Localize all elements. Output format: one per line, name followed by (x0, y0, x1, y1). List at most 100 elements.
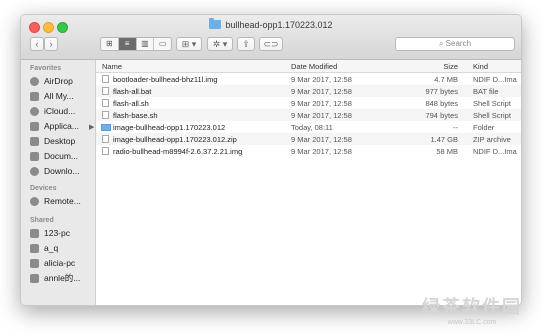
sidebar-item-documents[interactable]: Docum... (30, 149, 95, 163)
sidebar-label: Remote... (44, 196, 81, 206)
desktop-icon (30, 136, 39, 146)
file-list: Name Date Modified Size Kind bootloader-… (89, 60, 521, 305)
file-size: 794 bytes (425, 111, 458, 120)
sidebar: Favorites AirDrop All My... iCloud... Ap… (21, 60, 96, 305)
file-row[interactable]: flash-all.bat 9 Mar 2017, 12:58 977 byte… (96, 85, 521, 97)
folder-icon (209, 18, 222, 29)
toolbar: bullhead-opp1.170223.012 ‹ › ⊞ ≡ ▥ ▭ ⊞ ▾… (21, 15, 521, 60)
file-icon (102, 99, 109, 107)
file-row[interactable]: flash-base.sh 9 Mar 2017, 12:58 794 byte… (96, 109, 521, 121)
file-kind: BAT file (473, 87, 499, 96)
finder-window: bullhead-opp1.170223.012 ‹ › ⊞ ≡ ▥ ▭ ⊞ ▾… (20, 14, 522, 306)
forward-button[interactable]: › (44, 37, 58, 51)
computer-icon (30, 258, 39, 268)
icon-view-button[interactable]: ⊞ (101, 38, 119, 50)
share-button[interactable]: ⇪ (237, 37, 255, 51)
file-kind: NDIF D...Ima (473, 75, 517, 84)
search-placeholder: Search (445, 39, 472, 48)
disc-icon (30, 196, 39, 206)
folder-row[interactable]: ▶ image-bullhead-opp1.170223.012 Today, … (89, 121, 521, 133)
file-size: 977 bytes (425, 87, 458, 96)
sidebar-label: iCloud... (44, 106, 76, 116)
file-row[interactable]: radio-bullhead-m8994f-2.6.37.2.21.img 9 … (96, 145, 521, 157)
zip-file-icon (102, 135, 109, 143)
file-icon (102, 147, 109, 155)
watermark: 绿茶软件园 www.33LC.com (422, 293, 522, 326)
computer-icon (30, 273, 39, 283)
file-kind: Shell Script (473, 99, 511, 108)
sidebar-header-devices: Devices (30, 185, 57, 192)
sidebar-item-airdrop[interactable]: AirDrop (30, 74, 95, 88)
sidebar-item-all-my-files[interactable]: All My... (30, 89, 95, 103)
file-name: image-bullhead-opp1.170223.012.zip (113, 135, 237, 144)
sidebar-label: Desktop (44, 136, 76, 146)
action-gear-button[interactable]: ✲ ▾ (207, 37, 233, 51)
watermark-title: 绿茶软件园 (422, 297, 522, 317)
disclosure-triangle-icon[interactable]: ▶ (89, 123, 94, 131)
column-header: Name Date Modified Size Kind (96, 60, 521, 73)
sidebar-label: Docum... (44, 151, 79, 161)
file-size: 1.47 GB (430, 135, 458, 144)
sidebar-label: alicia-pc (44, 258, 76, 268)
document-icon (30, 151, 39, 161)
file-date: 9 Mar 2017, 12:58 (291, 147, 352, 156)
file-icon (102, 111, 109, 119)
file-date: 9 Mar 2017, 12:58 (291, 87, 352, 96)
applications-icon (30, 121, 39, 131)
file-size: 58 MB (436, 147, 458, 156)
computer-icon (30, 243, 39, 253)
sidebar-label: All My... (44, 91, 74, 101)
window-title: bullhead-opp1.170223.012 (21, 18, 521, 30)
file-date: 9 Mar 2017, 12:58 (291, 75, 352, 84)
sidebar-item-applications[interactable]: Applica... (30, 119, 95, 133)
sidebar-item-shared-alicia-pc[interactable]: alicia-pc (30, 256, 95, 270)
column-header-name[interactable]: Name (102, 62, 122, 71)
file-date: 9 Mar 2017, 12:58 (291, 99, 352, 108)
sidebar-label: 123-pc (44, 228, 70, 238)
column-header-size[interactable]: Size (396, 62, 458, 71)
sidebar-item-remote-disc[interactable]: Remote... (30, 194, 95, 208)
download-icon (30, 166, 39, 176)
file-row[interactable]: bootloader-bullhead-bhz11l.img 9 Mar 201… (96, 73, 521, 85)
folder-icon (101, 124, 111, 131)
file-name: flash-all.bat (113, 87, 152, 96)
file-kind: Folder (473, 123, 495, 132)
file-name: image-bullhead-opp1.170223.012 (113, 123, 226, 132)
sidebar-item-icloud[interactable]: iCloud... (30, 104, 95, 118)
file-name: flash-all.sh (113, 99, 149, 108)
sidebar-label: AirDrop (44, 76, 73, 86)
file-size: 4.7 MB (434, 75, 458, 84)
computer-icon (30, 228, 39, 238)
sidebar-item-shared-a-q[interactable]: a_q (30, 241, 95, 255)
sidebar-header-favorites: Favorites (30, 65, 62, 72)
sidebar-item-shared-annle[interactable]: annle的... (30, 271, 95, 285)
sidebar-item-desktop[interactable]: Desktop (30, 134, 95, 148)
file-date: Today, 08:11 (291, 123, 333, 132)
file-row[interactable]: flash-all.sh 9 Mar 2017, 12:58 848 bytes… (96, 97, 521, 109)
file-kind: ZIP archive (473, 135, 511, 144)
arrange-button[interactable]: ⊞ ▾ (176, 37, 202, 51)
view-mode-segmented: ⊞ ≡ ▥ ▭ (100, 37, 172, 51)
sidebar-item-downloads[interactable]: Downlo... (30, 164, 95, 178)
column-header-kind[interactable]: Kind (473, 62, 488, 71)
sidebar-label: Applica... (44, 121, 79, 131)
file-row[interactable]: image-bullhead-opp1.170223.012.zip 9 Mar… (96, 133, 521, 145)
file-name: flash-base.sh (113, 111, 158, 120)
cloud-icon (30, 106, 39, 116)
column-view-button[interactable]: ▥ (137, 38, 155, 50)
back-button[interactable]: ‹ (30, 37, 44, 51)
sidebar-item-shared-123-pc[interactable]: 123-pc (30, 226, 95, 240)
cover-flow-button[interactable]: ▭ (154, 38, 171, 50)
file-name: radio-bullhead-m8994f-2.6.37.2.21.img (113, 147, 243, 156)
file-icon (102, 75, 109, 83)
list-view-button[interactable]: ≡ (118, 38, 137, 50)
tags-button[interactable]: ⊂⊃ (259, 37, 283, 51)
file-kind: NDIF D...Ima (473, 147, 517, 156)
watermark-url: www.33LC.com (447, 319, 497, 326)
column-header-date[interactable]: Date Modified (291, 62, 337, 71)
file-name: bootloader-bullhead-bhz11l.img (113, 75, 218, 84)
sidebar-label: annle的... (44, 273, 81, 283)
search-icon: ⌕ (438, 39, 446, 48)
file-size: -- (453, 123, 458, 132)
search-field[interactable]: ⌕ Search (395, 37, 515, 51)
